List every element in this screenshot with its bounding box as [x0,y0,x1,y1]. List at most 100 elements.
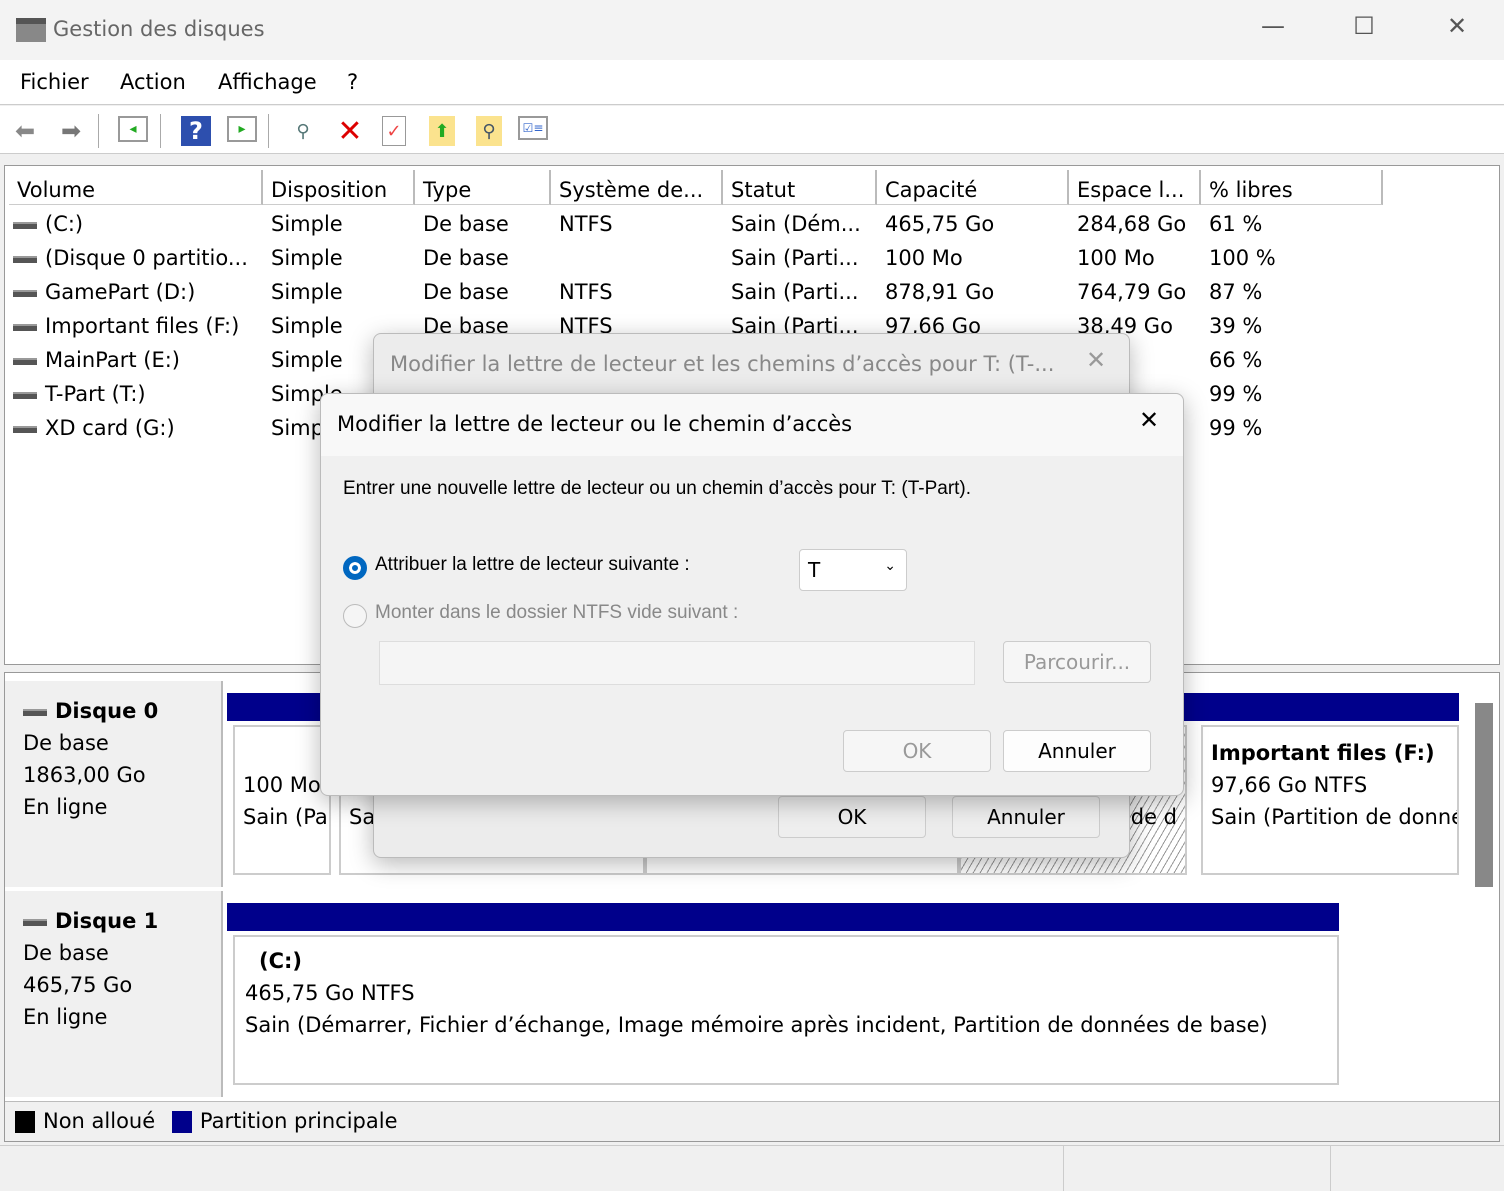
cell-text: 100 % [1209,246,1276,270]
ok-button[interactable]: OK [778,796,926,838]
menu-affichage[interactable]: Affichage [218,70,317,94]
list-icon[interactable]: ☑≡ [518,116,548,140]
disk-0-info[interactable]: Disque 0 De base 1863,00 Go En ligne [5,681,223,887]
cell-text: (C:) [45,212,84,236]
radio-mount-folder[interactable] [343,604,367,628]
connect-drive-icon[interactable]: ⚲ [288,116,318,146]
cell-text: Sain (Parti... [731,246,859,270]
cancel-button[interactable]: Annuler [952,796,1100,838]
show-hide-console-tree-icon[interactable]: ◂ [118,116,148,142]
disk-icon [23,708,47,716]
separator [98,114,99,148]
cell-text: (Disque 0 partitio... [45,246,248,270]
toolbar: ⬅ ➡ ◂ ? ▸ ⚲ ✕ ✓ ⬆ ⚲ ☑≡ [0,106,1504,154]
cell: GamePart (D:) [13,280,195,310]
menu-fichier[interactable]: Fichier [20,70,89,94]
cell: MainPart (E:) [13,348,180,378]
cell-text: 284,68 Go [1077,212,1187,236]
menu-help[interactable]: ? [347,70,358,94]
cell: 284,68 Go [1077,212,1186,242]
col-capacity[interactable]: Capacité [877,170,1069,205]
cell-text: Sain (Dém... [731,212,861,236]
search-icon[interactable]: ⚲ [476,116,502,146]
partition-100mo[interactable]: 100 Mo Sain (Partition [233,725,331,875]
maximize-button[interactable]: ☐ [1344,12,1384,40]
properties-icon[interactable]: ✓ [382,116,406,146]
ok-button[interactable]: OK [843,730,991,772]
cell-text: 465,75 Go [885,212,995,236]
cell-text: 764,79 Go [1077,280,1187,304]
cell: XD card (G:) [13,416,175,446]
partition-important-files[interactable]: Important files (F:) 97,66 Go NTFS Sain … [1201,725,1459,875]
radio-assign-letter-label[interactable]: Attribuer la lettre de lecteur suivante … [375,554,690,576]
window-title: Gestion des disques [53,17,265,41]
help-icon[interactable]: ? [181,116,211,146]
col-percent-free[interactable]: % libres [1201,170,1383,205]
cell-text: 878,91 Go [885,280,995,304]
partition-status: Sain (Partition de données de base) [1211,805,1457,829]
cell-text: 100 Mo [1077,246,1155,270]
cell-text: 100 Mo [885,246,963,270]
partition-c[interactable]: (C:) 465,75 Go NTFS Sain (Démarrer, Fich… [233,935,1339,1085]
close-button[interactable]: ✕ [1437,12,1477,40]
cell: Simple [271,212,343,242]
show-hide-action-pane-icon[interactable]: ▸ [227,116,257,142]
legend-swatch-unallocated [15,1111,35,1133]
radio-assign-letter[interactable] [343,556,367,580]
cell: NTFS [559,280,613,310]
scrollbar[interactable] [1475,703,1493,887]
back-icon[interactable]: ⬅ [10,116,40,146]
cell: De base [423,212,509,242]
cell: Simple [271,246,343,276]
cell-text: Simple [271,246,343,270]
col-disposition[interactable]: Disposition [263,170,415,205]
cell: 100 Mo [1077,246,1155,276]
disk-icon [23,918,47,926]
drive-icon [13,425,37,433]
partition-status: Sain (Partition [243,805,329,829]
col-type[interactable]: Type [415,170,551,205]
cell-text: XD card (G:) [45,416,175,440]
cell-text: MainPart (E:) [45,348,180,372]
menu-action[interactable]: Action [120,70,186,94]
drive-icon [13,255,37,263]
separator [160,114,161,148]
disk-name: Disque 0 [55,699,159,723]
cell: Important files (F:) [13,314,239,344]
col-free-space[interactable]: Espace l... [1069,170,1201,205]
cell: Simple [271,348,343,378]
cell: 100 Mo [885,246,963,276]
dialog-close-button[interactable]: ✕ [1139,406,1159,434]
drive-icon [13,221,37,229]
export-icon[interactable]: ⬆ [429,116,455,146]
radio-mount-folder-label[interactable]: Monter dans le dossier NTFS vide suivant… [375,602,738,624]
cell-text: GamePart (D:) [45,280,196,304]
legend-unallocated: Non alloué [43,1109,156,1133]
minimize-button[interactable]: — [1253,12,1293,40]
title-bar: Gestion des disques — ☐ ✕ [0,0,1504,60]
drive-icon [13,289,37,297]
dialog-close-button[interactable]: ✕ [1086,346,1106,374]
disk-1-bar [227,903,1339,931]
disk-type: De base [23,941,109,965]
folder-path-input[interactable] [379,641,975,685]
col-volume[interactable]: Volume [9,170,263,205]
chevron-down-icon: ⌄ [884,558,896,574]
cell: Sain (Dém... [731,212,861,242]
cell-text: Simple [271,280,343,304]
cell-text: 39 % [1209,314,1263,338]
browse-button[interactable]: Parcourir... [1003,641,1151,683]
cell-text: 99 % [1209,382,1263,406]
forward-icon[interactable]: ➡ [56,116,86,146]
delete-icon[interactable]: ✕ [335,114,365,149]
legend-swatch-primary [171,1111,192,1133]
cancel-button[interactable]: Annuler [1003,730,1151,772]
col-status[interactable]: Statut [723,170,877,205]
cell-text: De base [423,212,509,236]
drive-letter-select[interactable]: T ⌄ [799,549,907,591]
partition-title: (C:) [259,949,303,973]
partition-size: 100 Mo [243,773,321,797]
cell: Sain (Parti... [731,246,859,276]
disk-1-info[interactable]: Disque 1 De base 465,75 Go En ligne [5,891,223,1097]
col-filesystem[interactable]: Système de... [551,170,723,205]
